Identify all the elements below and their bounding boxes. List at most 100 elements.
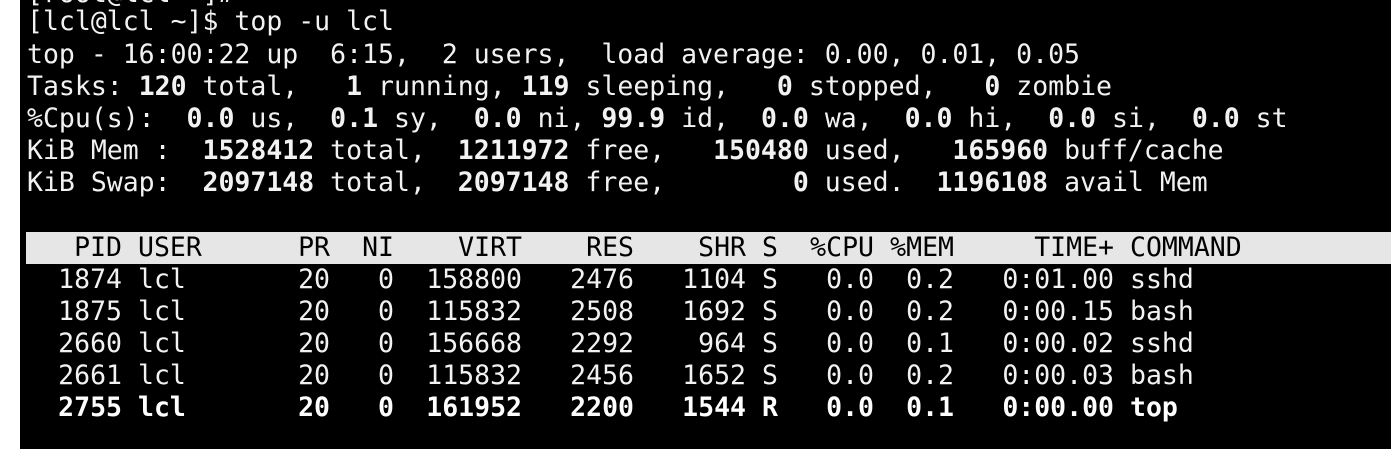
- tasks-running-label: running,: [362, 71, 522, 102]
- shr-cell: 964: [698, 328, 746, 359]
- terminal-window[interactable]: [root@lcl ~]# [lcl@lcl ~]$ top -u lcl to…: [20, 0, 1391, 449]
- pid-cell: 1874: [58, 264, 122, 295]
- header-mem: %MEM: [890, 232, 954, 263]
- virt-cell: 115832: [426, 360, 522, 391]
- pid-cell: 2661: [58, 360, 122, 391]
- header-ni: NI: [362, 232, 394, 263]
- cpu-cell: 0.0: [826, 264, 874, 295]
- cpu-cell: 0.0: [826, 360, 874, 391]
- cpu-cell: 0.0: [826, 328, 874, 359]
- tasks-total: 120: [138, 71, 187, 102]
- tasks-sleeping-label: sleeping,: [569, 71, 777, 102]
- header-shr: SHR: [698, 232, 746, 263]
- state-cell: R: [762, 392, 778, 423]
- swap-total: 2097148: [202, 167, 315, 198]
- swap-label: KiB Swap:: [27, 167, 203, 198]
- user-cell: lcl: [138, 296, 186, 327]
- virt-cell: 158800: [426, 264, 522, 295]
- shr-cell: 1692: [682, 296, 746, 327]
- table-row: 2755 lcl 20 0 161952 2200 1544 R 0.0 0.1 0:00.00 to…: [26, 392, 1391, 424]
- state-cell: S: [762, 360, 778, 391]
- shr-cell: 1104: [682, 264, 746, 295]
- state-cell: S: [762, 328, 778, 359]
- swap-line: KiB Swap: 2097148 total, 2097148 free, 0…: [27, 167, 1208, 199]
- user-cell: lcl: [138, 328, 186, 359]
- mem-buff-label: buff/cache: [1048, 135, 1224, 166]
- cpu-cell: 0.0: [826, 392, 874, 423]
- cpu-cell: 0.0: [826, 296, 874, 327]
- tasks-zombie-label: zombie: [1000, 71, 1112, 102]
- swap-total-label: total,: [314, 167, 458, 198]
- process-table-header: PID USER PR NI VIRT RES SHR S %CPU %MEM …: [26, 232, 1391, 264]
- shell-prompt: [lcl@lcl ~]$ top -u lcl: [27, 6, 394, 37]
- tasks-stopped: 0: [776, 71, 793, 102]
- cpu-ni: 0.0: [473, 103, 522, 134]
- time-cell: 0:00.00: [1002, 392, 1114, 423]
- cpu-line: %Cpu(s): 0.0 us, 0.1 sy, 0.0 ni, 99.9 id…: [27, 103, 1288, 135]
- res-cell: 2292: [570, 328, 634, 359]
- cpu-si-label: si,: [1096, 103, 1192, 134]
- cpu-sy-label: sy,: [378, 103, 474, 134]
- cpu-us: 0.0: [186, 103, 235, 134]
- pid-cell: 2755: [58, 392, 122, 423]
- table-row: 1875 lcl 20 0 115832 2508 1692 S 0.0 0.2 0:00.15 ba…: [26, 296, 1391, 328]
- header-user: USER: [138, 232, 202, 263]
- command-cell: sshd: [1130, 264, 1194, 295]
- tasks-sleeping: 119: [521, 71, 570, 102]
- swap-used-label: used.: [808, 167, 937, 198]
- cpu-sy: 0.1: [330, 103, 379, 134]
- mem-free: 1211972: [457, 135, 570, 166]
- cpu-st: 0.0: [1191, 103, 1240, 134]
- header-command: COMMAND: [1130, 232, 1242, 263]
- command-cell: top: [1130, 392, 1178, 423]
- ni-cell: 0: [378, 296, 394, 327]
- res-cell: 2456: [570, 360, 634, 391]
- ni-cell: 0: [378, 328, 394, 359]
- cpu-wa: 0.0: [760, 103, 809, 134]
- cpu-hi: 0.0: [904, 103, 953, 134]
- ni-cell: 0: [378, 392, 394, 423]
- state-cell: S: [762, 264, 778, 295]
- header-cpu: %CPU: [810, 232, 874, 263]
- header-res: RES: [586, 232, 634, 263]
- mem-total-label: total,: [314, 135, 458, 166]
- cpu-ni-label: ni,: [521, 103, 602, 134]
- mem-buff: 165960: [952, 135, 1049, 166]
- pr-cell: 20: [298, 296, 330, 327]
- res-cell: 2508: [570, 296, 634, 327]
- res-cell: 2200: [570, 392, 634, 423]
- ni-cell: 0: [378, 360, 394, 391]
- pr-cell: 20: [298, 360, 330, 391]
- cpu-st-label: st: [1239, 103, 1288, 134]
- cpu-id-label: id,: [665, 103, 761, 134]
- ni-cell: 0: [378, 264, 394, 295]
- tasks-zombie: 0: [984, 71, 1001, 102]
- virt-cell: 161952: [426, 392, 522, 423]
- tasks-total-label: total,: [186, 71, 347, 102]
- header-pid: PID: [74, 232, 122, 263]
- cpu-id: 99.9: [601, 103, 666, 134]
- header-pr: PR: [298, 232, 330, 263]
- cpu-label: %Cpu(s):: [27, 103, 187, 134]
- res-cell: 2476: [570, 264, 634, 295]
- tasks-label: Tasks:: [27, 71, 139, 102]
- mem-cell: 0.1: [906, 392, 954, 423]
- table-row: 1874 lcl 20 0 158800 2476 1104 S 0.0 0.2 0:01.00 ss…: [26, 264, 1391, 296]
- time-cell: 0:01.00: [1002, 264, 1114, 295]
- virt-cell: 115832: [426, 296, 522, 327]
- cpu-si: 0.0: [1048, 103, 1097, 134]
- header-virt: VIRT: [458, 232, 522, 263]
- cpu-wa-label: wa,: [808, 103, 905, 134]
- mem-total: 1528412: [202, 135, 315, 166]
- state-cell: S: [762, 296, 778, 327]
- uptime-line: top - 16:00:22 up 6:15, 2 users, load av…: [27, 39, 1080, 70]
- shr-cell: 1652: [682, 360, 746, 391]
- swap-avail: 1196108: [936, 167, 1049, 198]
- table-row: 2660 lcl 20 0 156668 2292 964 S 0.0 0.1 0:00.02 ssh…: [26, 328, 1391, 360]
- pr-cell: 20: [298, 392, 330, 423]
- swap-used: 0: [792, 167, 809, 198]
- mem-cell: 0.1: [906, 328, 954, 359]
- tasks-line: Tasks: 120 total, 1 running, 119 sleepin…: [27, 71, 1112, 103]
- swap-avail-label: avail Mem: [1048, 167, 1208, 198]
- tasks-stopped-label: stopped,: [792, 71, 985, 102]
